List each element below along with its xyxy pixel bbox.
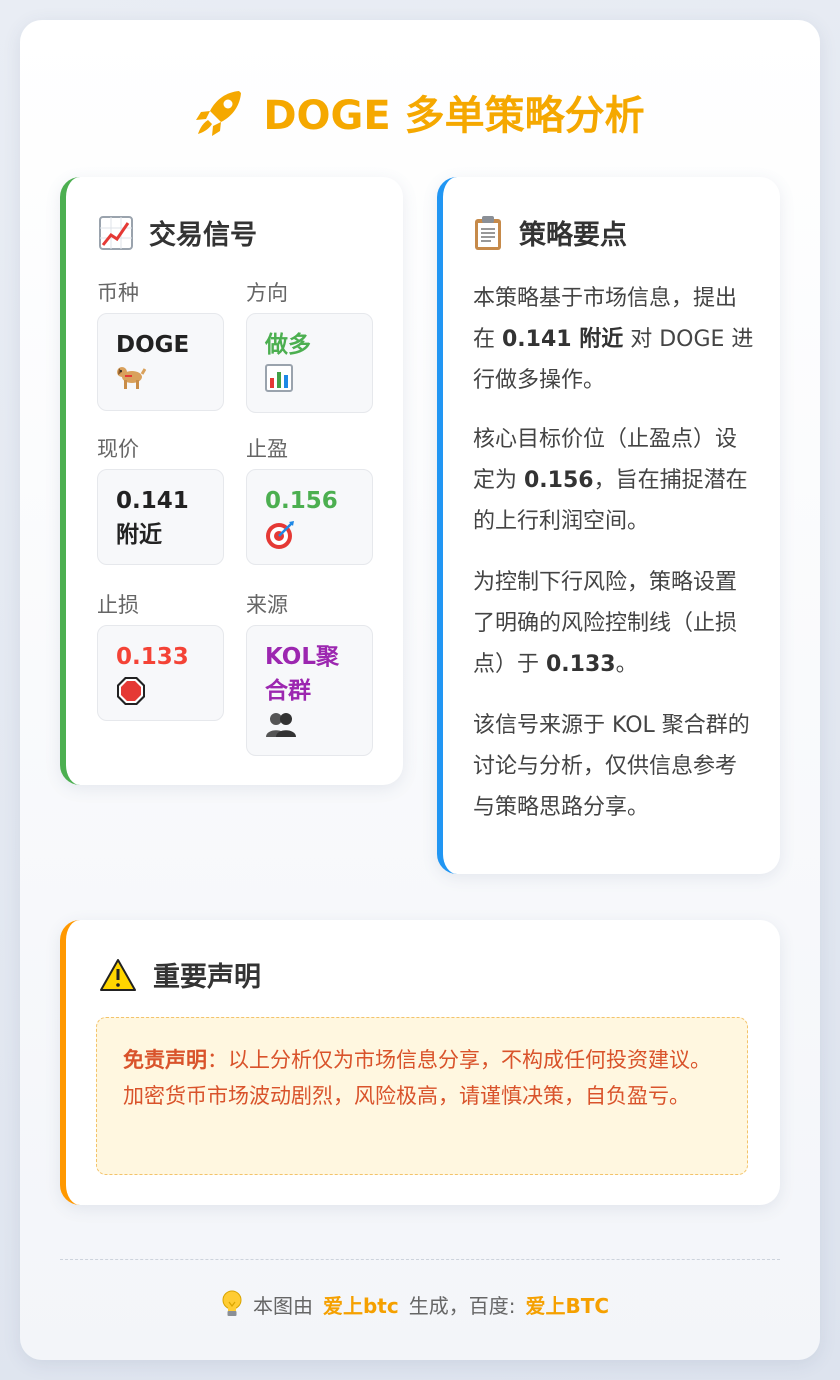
take-profit-label: 止盈 (246, 437, 288, 461)
trading-signal-card: 交易信号 币种 DOGE 方向 做多 现价 0.141 附近 止盈 0.156 … (60, 177, 403, 785)
footer-site: 爱上BTC (525, 1293, 610, 1318)
coin-value: DOGE (116, 332, 190, 358)
signal-header: 交易信号 (99, 213, 257, 252)
stop-sign-icon (116, 676, 205, 716)
light-bulb-icon (221, 1290, 243, 1318)
people-icon (265, 710, 354, 748)
stop-loss-value: 0.133 (116, 644, 189, 670)
coin-label: 币种 (97, 281, 139, 305)
take-profit-value: 0.156 (265, 488, 338, 514)
chart-increasing-icon (99, 215, 133, 250)
footer-middle: 生成，百度: (408, 1293, 516, 1318)
strategy-card: 策略要点 本策略基于市场信息，提出在 0.141 附近 对 DOGE 进行做多操… (437, 177, 780, 874)
signal-header-label: 交易信号 (149, 220, 257, 251)
strategy-paragraph-2: 核心目标价位（止盈点）设定为 0.156，旨在捕捉潜在的上行利润空间。 (473, 427, 748, 534)
footer: 本图由 爱上btc 生成，百度: 爱上BTC (20, 1288, 820, 1320)
rocket-icon (195, 87, 245, 137)
direction-label: 方向 (246, 281, 288, 305)
disclaimer-text: ：以上分析仅为市场信息分享，不构成任何投资建议。加密货币市场波动剧烈，风险极高，… (123, 1048, 711, 1108)
strategy-header: 策略要点 (473, 213, 627, 252)
target-icon (265, 520, 354, 560)
source-label: 来源 (246, 593, 288, 617)
notice-header: 重要声明 (99, 955, 261, 994)
source-value: KOL聚合群 (265, 644, 339, 704)
coin-value-box: DOGE (97, 313, 224, 411)
warning-icon (99, 958, 137, 992)
footer-divider (60, 1259, 780, 1260)
footer-brand: 爱上btc (322, 1293, 399, 1318)
take-profit-value-box: 0.156 (246, 469, 373, 565)
price-value: 0.141 附近 (116, 488, 189, 548)
page-title: DOGE 多单策略分析 (20, 82, 820, 142)
clipboard-icon (473, 215, 503, 251)
price-value-box: 0.141 附近 (97, 469, 224, 565)
disclaimer-label: 免责声明 (123, 1048, 207, 1072)
dog-icon (116, 364, 205, 400)
strategy-paragraph-4: 该信号来源于 KOL 聚合群的讨论与分析，仅供信息参考与策略思路分享。 (473, 713, 750, 820)
footer-prefix: 本图由 (252, 1293, 313, 1318)
price-label: 现价 (97, 437, 139, 461)
strategy-paragraph-1: 本策略基于市场信息，提出在 0.141 附近 对 DOGE 进行做多操作。 (473, 286, 754, 393)
strategy-paragraph-3: 为控制下行风险，策略设置了明确的风险控制线（止损点）于 0.133。 (473, 570, 738, 677)
disclaimer-box: 免责声明：以上分析仅为市场信息分享，不构成任何投资建议。加密货币市场波动剧烈，风… (96, 1017, 748, 1175)
direction-value-box: 做多 (246, 313, 373, 413)
important-notice-card: 重要声明 免责声明：以上分析仅为市场信息分享，不构成任何投资建议。加密货币市场波… (60, 920, 780, 1205)
stop-loss-value-box: 0.133 (97, 625, 224, 721)
page-card: DOGE 多单策略分析 交易信号 币种 DOGE 方向 做多 现价 0.141 … (20, 20, 820, 1360)
direction-value: 做多 (265, 332, 311, 358)
source-value-box: KOL聚合群 (246, 625, 373, 756)
bar-chart-icon (265, 364, 354, 402)
page-title-text: DOGE 多单策略分析 (263, 93, 645, 139)
strategy-header-label: 策略要点 (519, 220, 627, 251)
notice-header-label: 重要声明 (153, 962, 261, 993)
stop-loss-label: 止损 (97, 593, 139, 617)
